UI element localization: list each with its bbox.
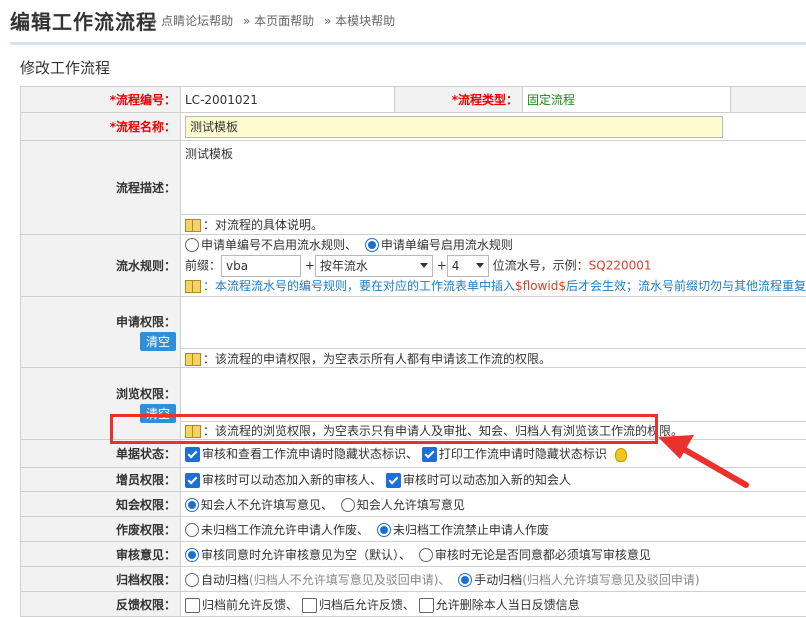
prefix-label: 前缀： (185, 258, 221, 272)
type-value: 固定流程 (527, 93, 575, 107)
label-feedback: 反馈权限： (21, 592, 181, 617)
archive-auto-radio[interactable] (185, 573, 199, 587)
apply-clear-button[interactable]: 清空 (140, 332, 176, 351)
cell-void: 未归档工作流允许申请人作废、 未归档工作流禁止申请人作废 (181, 517, 806, 542)
prefix-input[interactable]: vba (221, 255, 301, 277)
label-staff: 增员权限： (21, 468, 181, 492)
book-icon (185, 353, 201, 366)
row-opinion: 审核意见： 审核同意时允许审核意见为空（默认）、 审核时无论是否同意都必须填写审… (21, 542, 806, 567)
edit-panel: 修改工作流程 *流程编号： LC-2001021 *流程类型： 固定流程 * *… (10, 42, 806, 585)
staff-add-reviewer-checkbox[interactable] (185, 473, 200, 488)
red-arrow-icon (650, 425, 750, 495)
label-type: *流程类型： (395, 87, 523, 113)
highlight-box (110, 414, 658, 444)
lightbulb-icon[interactable] (615, 448, 627, 462)
void-forbid-radio[interactable] (377, 523, 391, 537)
apply-label: 申请权限： (25, 313, 176, 330)
serial-on-radio[interactable] (365, 238, 379, 252)
cell-name: 测试模板 (181, 113, 806, 141)
apply-input[interactable] (181, 297, 806, 349)
serial-mode-select[interactable]: 按年流水 (315, 255, 433, 277)
cell-code-value: LC-2001021 (181, 87, 395, 113)
cell-notify: 知会人不允许填写意见、 知会人允许填写意见 (181, 492, 806, 517)
label-name: *流程名称： (21, 113, 181, 141)
name-input[interactable]: 测试模板 (185, 116, 723, 138)
row-apply: 申请权限： 清空 (21, 297, 806, 349)
code-label: *流程编号： (110, 93, 176, 107)
label-apply: 申请权限： 清空 (21, 297, 181, 368)
status-hide-review-checkbox[interactable] (185, 447, 200, 462)
label-extra: * (731, 87, 806, 113)
row-name: *流程名称： 测试模板 (21, 113, 806, 141)
feedback-before-checkbox[interactable] (185, 598, 200, 613)
workflow-form: *流程编号： LC-2001021 *流程类型： 固定流程 * *流程名称： 测… (20, 86, 806, 617)
desc-value: 测试模板 (185, 147, 233, 161)
row-serial: 流水规则： 申请单编号不启用流水规则、 申请单编号启用流水规则 前缀：vba +… (21, 235, 806, 297)
row-void: 作废权限： 未归档工作流允许申请人作废、 未归档工作流禁止申请人作废 (21, 517, 806, 542)
feedback-delete-checkbox[interactable] (419, 598, 434, 613)
label-code: *流程编号： (21, 87, 181, 113)
apply-hint: ：该流程的申请权限，为空表示所有人都有申请该工作流的权限。 (181, 349, 806, 368)
label-opinion: 审核意见： (21, 542, 181, 567)
digits-suffix: 位流水号，示例： (493, 258, 589, 272)
serial-off-label: 申请单编号不启用流水规则、 (201, 238, 357, 252)
row-notify: 知会权限： 知会人不允许填写意见、 知会人允许填写意见 (21, 492, 806, 517)
label-void: 作废权限： (21, 517, 181, 542)
label-serial: 流水规则： (21, 235, 181, 297)
staff-add-notifier-checkbox[interactable] (386, 473, 401, 488)
row-archive: 归档权限： 自动归档(归档人不允许填写意见及驳回申请)、 手动归档(归档人允许填… (21, 567, 806, 592)
serial-example: SQ220001 (589, 258, 652, 272)
page-help-link[interactable]: » 本页面帮助 (243, 14, 314, 28)
row-code: *流程编号： LC-2001021 *流程类型： 固定流程 * (21, 87, 806, 113)
book-icon (185, 219, 201, 232)
label-archive: 归档权限： (21, 567, 181, 592)
desc-textarea[interactable]: 测试模板 (181, 141, 806, 215)
help-links: » 点睛论坛帮助 » 本页面帮助 » 本模块帮助 (150, 12, 401, 29)
row-desc: 流程描述： 测试模板 (21, 141, 806, 215)
archive-manual-radio[interactable] (458, 573, 472, 587)
cell-serial: 申请单编号不启用流水规则、 申请单编号启用流水规则 前缀：vba +按年流水 +… (181, 235, 806, 297)
cell-type-value: 固定流程 (523, 87, 731, 113)
void-allow-radio[interactable] (185, 523, 199, 537)
desc-hint: ：对流程的具体说明。 (181, 215, 806, 235)
panel-title: 修改工作流程 (20, 57, 110, 78)
opinion-required-radio[interactable] (419, 548, 433, 562)
page-title: 编辑工作流流程 (10, 6, 157, 35)
serial-digits-select[interactable]: 4 (447, 255, 489, 277)
browse-label: 浏览权限： (25, 385, 176, 402)
opinion-optional-radio[interactable] (185, 548, 199, 562)
book-icon (185, 280, 201, 293)
type-label: *流程类型： (452, 93, 518, 107)
feedback-after-checkbox[interactable] (302, 598, 317, 613)
page-header: 编辑工作流流程 » 点睛论坛帮助 » 本页面帮助 » 本模块帮助 (0, 0, 806, 40)
notify-allow-opinion-radio[interactable] (341, 498, 355, 512)
row-feedback: 反馈权限： 归档前允许反馈、 归档后允许反馈、 允许删除本人当日反馈信息 (21, 592, 806, 617)
module-help-link[interactable]: » 本模块帮助 (324, 14, 395, 28)
notify-no-opinion-radio[interactable] (185, 498, 199, 512)
cell-archive: 自动归档(归档人不允许填写意见及驳回申请)、 手动归档(归档人允许填写意见及驳回… (181, 567, 806, 592)
serial-hint: ：本流程流水号的编号规则，要在对应的工作流表单中插入$flowid$后才会生效；… (185, 277, 806, 296)
label-notify: 知会权限： (21, 492, 181, 517)
label-desc: 流程描述： (21, 141, 181, 235)
cell-feedback: 归档前允许反馈、 归档后允许反馈、 允许删除本人当日反馈信息 (181, 592, 806, 617)
forum-help-link[interactable]: » 点睛论坛帮助 (150, 14, 233, 28)
serial-off-radio[interactable] (185, 238, 199, 252)
serial-on-label: 申请单编号启用流水规则 (381, 238, 513, 252)
cell-opinion: 审核同意时允许审核意见为空（默认）、 审核时无论是否同意都必须填写审核意见 (181, 542, 806, 567)
name-label: *流程名称： (110, 120, 176, 134)
code-value: LC-2001021 (185, 93, 258, 107)
status-hide-print-checkbox[interactable] (422, 447, 437, 462)
